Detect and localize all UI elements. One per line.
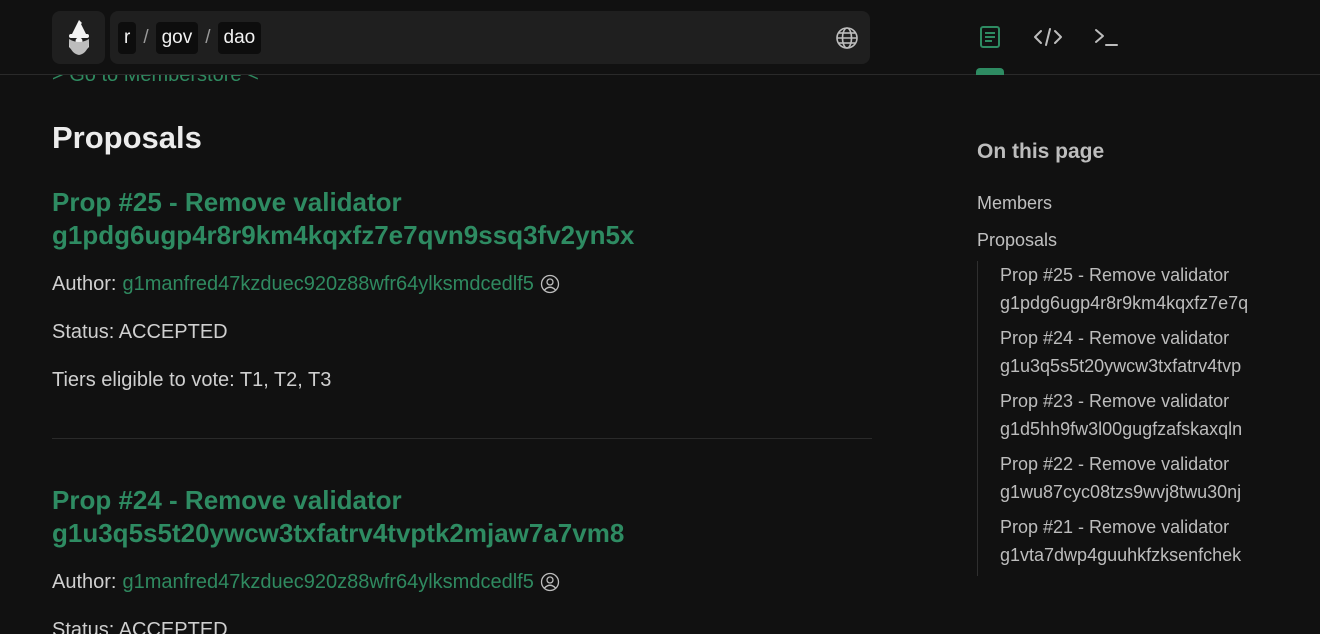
author-label: Author: <box>52 273 117 295</box>
toc-proposal-link[interactable]: Prop #22 - Remove validator g1wu87cyc08t… <box>1000 450 1268 506</box>
breadcrumb-r[interactable]: r <box>118 21 137 54</box>
proposal-item: Prop #24 - Remove validator g1u3q5s5t20y… <box>52 484 872 634</box>
header: r / gov / dao <box>0 0 1320 75</box>
proposal-title-link[interactable]: Prop #24 - Remove validator g1u3q5s5t20y… <box>52 484 872 550</box>
proposal-address: g1u3q5s5t20ywcw3txfatrv4tvptk2mjaw7a7vm8 <box>52 518 625 548</box>
proposal-item: Prop #25 - Remove validator g1pdg6ugp4r8… <box>52 186 872 392</box>
toc-proposal-address: g1wu87cyc08tzs9wvj8twu30nj <box>1000 482 1242 502</box>
breadcrumb-dao[interactable]: dao <box>217 21 262 54</box>
toc-link-members[interactable]: Members <box>977 193 1277 214</box>
globe-icon[interactable] <box>834 25 860 51</box>
proposal-title-link[interactable]: Prop #25 - Remove validator g1pdg6ugp4r8… <box>52 186 872 252</box>
toc-proposal-title: Prop #23 - Remove validator <box>1000 391 1230 411</box>
page: > Go to Memberstore < r / gov / dao Prop… <box>0 0 1320 634</box>
breadcrumb-separator: / <box>143 26 149 48</box>
proposal-address: g1pdg6ugp4r8r9km4kqxfz7e7qvn9ssq3fv2yn5x <box>52 220 635 250</box>
toc-proposal-list: Prop #25 - Remove validator g1pdg6ugp4r8… <box>977 261 1268 576</box>
proposal-tiers: Tiers eligible to vote: T1, T2, T3 <box>52 369 332 391</box>
proposal-author: Author: g1manfred47kzduec920z88wfr64ylks… <box>52 272 872 296</box>
address-bar[interactable]: r / gov / dao <box>110 11 870 64</box>
author-link[interactable]: g1manfred47kzduec920z88wfr64ylksmdcedlf5 <box>122 272 533 296</box>
breadcrumb-separator: / <box>205 26 211 48</box>
toc-proposal-address: g1d5hh9fw3l00gugfzafskaxqln <box>1000 419 1243 439</box>
toc-proposal-title: Prop #25 - Remove validator <box>1000 265 1230 285</box>
author-label: Author: <box>52 571 117 593</box>
toc-proposal-link[interactable]: Prop #25 - Remove validator g1pdg6ugp4r8… <box>1000 261 1268 317</box>
toc-proposal-title: Prop #21 - Remove validator <box>1000 517 1230 537</box>
toc-link-proposals[interactable]: Proposals <box>977 230 1277 251</box>
user-icon[interactable] <box>540 572 560 592</box>
proposal-status: Status: ACCEPTED <box>52 619 228 634</box>
gnome-logo-icon[interactable] <box>52 11 105 64</box>
document-icon[interactable] <box>974 22 1006 52</box>
proposal-author: Author: g1manfred47kzduec920z88wfr64ylks… <box>52 570 872 594</box>
toc-proposal-link[interactable]: Prop #24 - Remove validator g1u3q5s5t20y… <box>1000 324 1268 380</box>
code-icon[interactable] <box>1032 22 1064 52</box>
proposal-status: Status: ACCEPTED <box>52 321 228 343</box>
toc-proposal-link[interactable]: Prop #21 - Remove validator g1vta7dwp4gu… <box>1000 513 1268 569</box>
user-icon[interactable] <box>540 274 560 294</box>
proposal-title: Prop #24 - Remove validator <box>52 485 402 515</box>
terminal-icon[interactable] <box>1090 22 1122 52</box>
toc-title: On this page <box>977 140 1105 163</box>
toc-proposal-address: g1vta7dwp4guuhkfzksenfchek <box>1000 545 1242 565</box>
toc-proposal-address: g1pdg6ugp4r8r9km4kqxfz7e7q <box>1000 293 1249 313</box>
section-title: Proposals <box>52 120 202 155</box>
divider <box>52 438 872 439</box>
toc-proposal-title: Prop #24 - Remove validator <box>1000 328 1230 348</box>
active-mode-indicator <box>976 68 1004 75</box>
proposal-title: Prop #25 - Remove validator <box>52 187 402 217</box>
breadcrumb-gov[interactable]: gov <box>155 21 199 54</box>
toc-proposal-link[interactable]: Prop #23 - Remove validator g1d5hh9fw3l0… <box>1000 387 1268 443</box>
toc-proposal-title: Prop #22 - Remove validator <box>1000 454 1230 474</box>
table-of-contents: On this page Members Proposals Prop #25 … <box>977 140 1277 576</box>
author-link[interactable]: g1manfred47kzduec920z88wfr64ylksmdcedlf5 <box>122 570 533 594</box>
main-content: Proposals Prop #25 - Remove validator g1… <box>52 120 872 634</box>
toc-proposal-address: g1u3q5s5t20ywcw3txfatrv4tvp <box>1000 356 1242 376</box>
